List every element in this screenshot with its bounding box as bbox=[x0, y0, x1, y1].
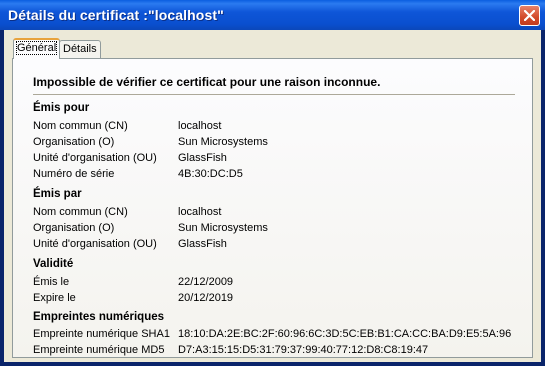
expires-on-value: 20/12/2019 bbox=[178, 292, 234, 304]
sha1-value: 18:10:DA:2E:BC:2F:60:96:6C:3D:5C:EB:B1:C… bbox=[178, 328, 512, 340]
md5-value: D7:A3:15:15:D5:31:79:37:99:40:77:12:D8:C… bbox=[178, 344, 429, 356]
issued-on-value: 22/12/2009 bbox=[178, 276, 234, 288]
issued-to-ou-value: GlassFish bbox=[178, 152, 227, 164]
issued-by-heading: Émis par bbox=[33, 188, 82, 200]
tab-general[interactable]: Général bbox=[13, 38, 61, 59]
close-icon bbox=[524, 10, 535, 21]
fingerprints-heading: Empreintes numériques bbox=[33, 311, 165, 323]
issued-to-cn-value: localhost bbox=[178, 120, 222, 132]
issued-by-o-label: Organisation (O) bbox=[33, 222, 115, 234]
dialog-body: Général Détails Impossible de vérifier c… bbox=[4, 30, 541, 362]
issued-to-o-value: Sun Microsystems bbox=[178, 136, 268, 148]
validity-heading: Validité bbox=[33, 258, 74, 270]
tab-general-label: Général bbox=[15, 41, 58, 55]
md5-label: Empreinte numérique MD5 bbox=[33, 344, 165, 356]
tab-details-label: Détails bbox=[63, 43, 97, 55]
issued-by-cn-label: Nom commun (CN) bbox=[33, 206, 128, 218]
issued-by-o-value: Sun Microsystems bbox=[178, 222, 268, 234]
general-tab-panel: Impossible de vérifier ce certificat pou… bbox=[12, 58, 533, 358]
window-title: Détails du certificat :"localhost" bbox=[8, 7, 224, 23]
sha1-label: Empreinte numérique SHA1 bbox=[33, 328, 170, 340]
issued-to-ou-label: Unité d'organisation (OU) bbox=[33, 152, 157, 164]
separator bbox=[33, 94, 515, 95]
serial-number-value: 4B:30:DC:D5 bbox=[178, 168, 243, 180]
expires-on-label: Expire le bbox=[33, 292, 76, 304]
tab-details[interactable]: Détails bbox=[59, 40, 101, 58]
title-bar[interactable]: Détails du certificat :"localhost" bbox=[0, 0, 545, 30]
serial-number-label: Numéro de série bbox=[33, 168, 115, 180]
issued-to-cn-label: Nom commun (CN) bbox=[33, 120, 128, 132]
issued-to-o-label: Organisation (O) bbox=[33, 136, 115, 148]
close-button[interactable] bbox=[519, 5, 540, 26]
issued-to-heading: Émis pour bbox=[33, 102, 90, 114]
issued-by-cn-value: localhost bbox=[178, 206, 222, 218]
issued-on-label: Émis le bbox=[33, 276, 70, 288]
verification-warning: Impossible de vérifier ce certificat pou… bbox=[33, 75, 381, 89]
issued-by-ou-label: Unité d'organisation (OU) bbox=[33, 238, 157, 250]
issued-by-ou-value: GlassFish bbox=[178, 238, 227, 250]
certificate-details-window: Détails du certificat :"localhost" Génér… bbox=[0, 0, 545, 366]
